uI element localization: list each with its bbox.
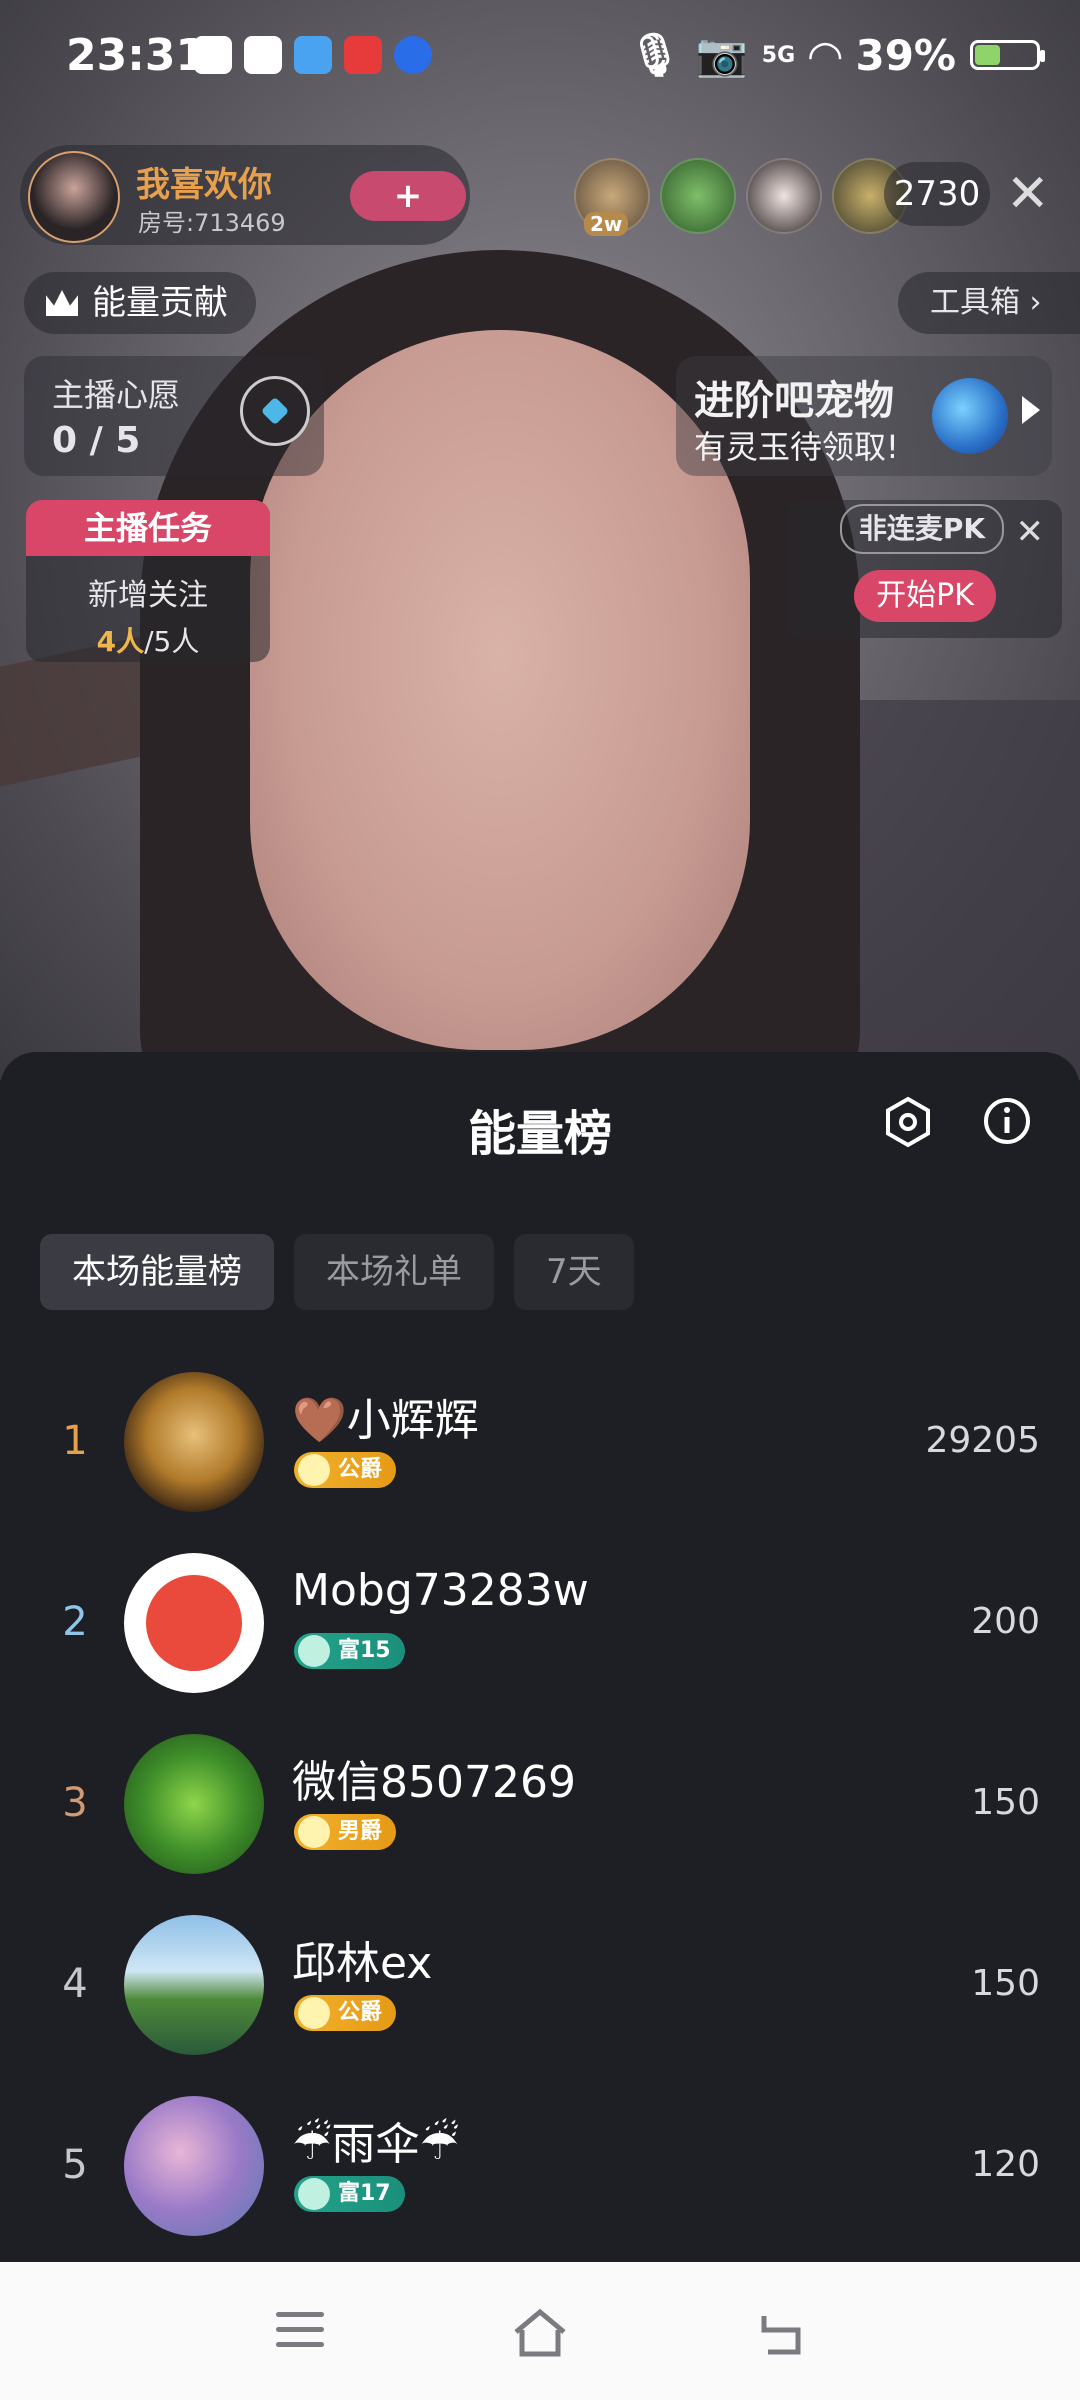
user-name: 邱林ex — [292, 1938, 433, 1989]
user-name: Mobg73283w — [292, 1565, 589, 1616]
list-item[interactable]: 5 ☔雨伞☔ 富17 120 — [0, 2092, 1080, 2242]
level-badge: 富15 — [294, 1633, 405, 1669]
battery-icon — [970, 40, 1045, 70]
pet-subtitle: 有灵玉待领取! — [694, 428, 899, 466]
pet-title: 进阶吧宠物 — [694, 378, 894, 424]
camera-icon: 📷 — [695, 30, 748, 79]
network-label: 5G — [761, 42, 796, 68]
host-info-card[interactable]: 我喜欢你 房号:713469 + — [20, 145, 470, 245]
list-item[interactable]: 2 Mobg73283w 富15 200 — [0, 1549, 1080, 1699]
follow-button[interactable]: + — [350, 171, 466, 221]
settings-hexagon-icon[interactable] — [882, 1096, 934, 1148]
list-item[interactable]: 4 邱林ex 公爵 150 — [0, 1911, 1080, 2061]
start-pk-button[interactable]: 开始PK — [854, 570, 996, 622]
user-name: 🤎小辉辉 — [292, 1395, 479, 1446]
toolbox-button[interactable]: 工具箱 › — [898, 272, 1080, 334]
battery-percent: 39% — [855, 30, 956, 80]
energy-score: 150 — [971, 1782, 1040, 1823]
host-task-card[interactable]: 主播任务 新增关注 4人/5人 — [26, 500, 270, 662]
pk-card: 非连麦PK ✕ 开始PK — [786, 500, 1062, 638]
level-badge: 公爵 — [294, 1995, 397, 2031]
rank-number: 2 — [62, 1599, 88, 1645]
energy-score: 29205 — [925, 1420, 1040, 1461]
energy-contribution-button[interactable]: 能量贡献 — [24, 272, 256, 334]
user-name: 微信8507269 — [292, 1757, 576, 1808]
app-icon-map — [244, 36, 282, 74]
battery-fill — [975, 45, 1000, 65]
notification-icons — [194, 36, 432, 74]
host-avatar[interactable] — [28, 151, 120, 243]
tab-current-energy[interactable]: 本场能量榜 — [40, 1234, 274, 1310]
status-bar: 23:31 🎙 📷 5G ◠ 39% — [0, 0, 1080, 120]
viewer-avatar[interactable] — [660, 158, 736, 234]
status-right: 🎙 📷 5G ◠ 39% — [628, 30, 1045, 80]
close-icon[interactable]: ✕ — [1006, 164, 1050, 224]
app-icon-store — [294, 36, 332, 74]
level-badge: 富17 — [294, 2176, 405, 2212]
host-name: 我喜欢你 — [136, 165, 272, 205]
viewer-avatar[interactable]: 2w — [574, 158, 650, 236]
energy-score: 150 — [971, 1963, 1040, 2004]
mic-icon: 🎙 — [628, 30, 682, 79]
rank-number: 4 — [62, 1961, 88, 2007]
back-icon[interactable] — [756, 2308, 806, 2358]
energy-score: 200 — [971, 1601, 1040, 1642]
room-number: 房号:713469 — [138, 209, 286, 237]
task-header: 主播任务 — [26, 500, 270, 556]
compass-icon — [225, 361, 325, 461]
app-icon-news — [344, 36, 382, 74]
pet-icon — [932, 378, 1008, 454]
crown-icon — [46, 290, 78, 316]
task-progress: 4人/5人 — [26, 620, 270, 660]
menu-icon[interactable] — [276, 2312, 324, 2357]
level-badge: 公爵 — [294, 1452, 397, 1488]
viewer-avatars[interactable]: 2w — [574, 158, 908, 236]
app-icon-play — [194, 36, 232, 74]
list-item[interactable]: 1 🤎小辉辉 公爵 29205 — [0, 1368, 1080, 1518]
host-wish-card[interactable]: 主播心愿 0 / 5 — [24, 356, 325, 476]
viewer-avatar[interactable] — [746, 158, 822, 234]
avatar[interactable] — [124, 1553, 264, 1693]
rank-number: 3 — [62, 1780, 88, 1826]
pk-close-icon[interactable]: ✕ — [1016, 512, 1045, 552]
user-name: ☔雨伞☔ — [292, 2119, 459, 2170]
chevron-right-icon: › — [1029, 285, 1042, 320]
tab-gift-list[interactable]: 本场礼单 — [294, 1234, 494, 1310]
viewer-badge: 2w — [584, 212, 629, 236]
wish-title: 主播心愿 — [52, 376, 181, 414]
energy-ranking-sheet: 能量榜 本场能量榜 本场礼单 7天 1 🤎小辉辉 公爵 29205 2 Mobg… — [0, 1052, 1080, 2262]
wish-value: 0 / 5 — [52, 420, 141, 461]
energy-label: 能量贡献 — [92, 283, 228, 323]
app-icon-k — [394, 36, 432, 74]
task-total: /5人 — [144, 625, 200, 658]
avatar[interactable] — [124, 1372, 264, 1512]
task-done: 4人 — [96, 625, 145, 658]
avatar[interactable] — [124, 1915, 264, 2055]
rank-number: 1 — [62, 1418, 88, 1464]
streamer-face — [250, 330, 750, 1050]
ranking-tabs: 本场能量榜 本场礼单 7天 — [40, 1234, 634, 1310]
avatar[interactable] — [124, 1734, 264, 1874]
pk-label: 非连麦PK — [840, 504, 1004, 554]
toolbox-label: 工具箱 — [930, 285, 1020, 320]
level-badge: 男爵 — [294, 1814, 397, 1850]
status-time: 23:31 — [66, 30, 207, 81]
avatar[interactable] — [124, 2096, 264, 2236]
task-description: 新增关注 — [88, 578, 208, 613]
list-item[interactable]: 3 微信8507269 男爵 150 — [0, 1730, 1080, 1880]
info-icon[interactable] — [982, 1096, 1032, 1146]
energy-score: 120 — [971, 2144, 1040, 2185]
viewer-count[interactable]: 2730 — [884, 162, 990, 226]
home-icon[interactable] — [512, 2308, 568, 2358]
system-nav-bar — [0, 2262, 1080, 2400]
wifi-icon: ◠ — [809, 30, 842, 80]
pet-banner[interactable]: 进阶吧宠物 有灵玉待领取! — [676, 356, 1052, 476]
tab-seven-days[interactable]: 7天 — [514, 1234, 634, 1310]
rank-number: 5 — [62, 2142, 88, 2188]
play-arrow-icon — [1022, 396, 1040, 424]
